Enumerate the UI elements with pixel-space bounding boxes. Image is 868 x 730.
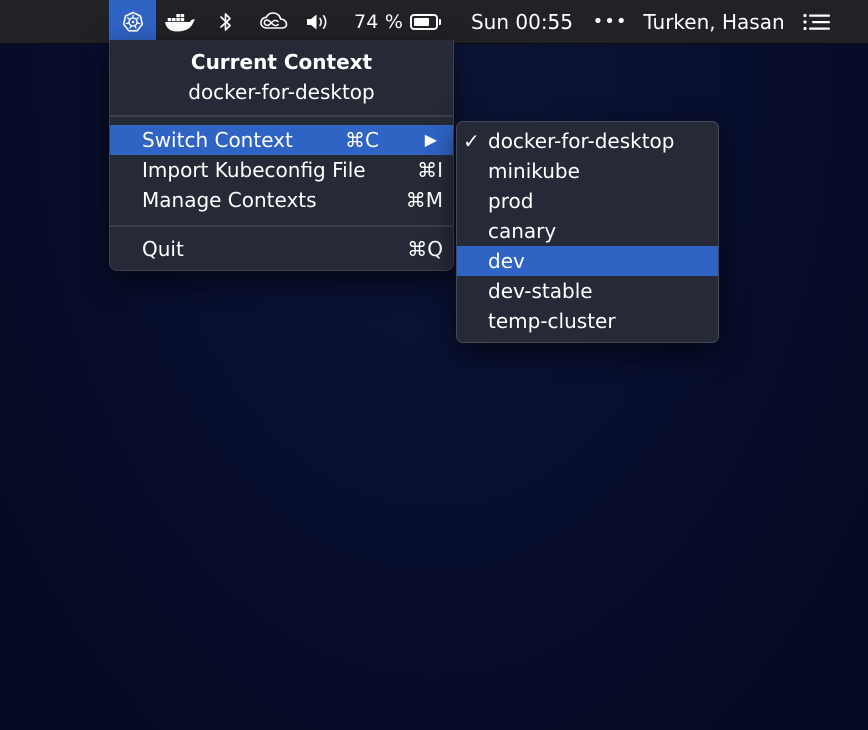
- menu-separator: [110, 225, 453, 227]
- menu-item-label: Import Kubeconfig File: [142, 158, 366, 182]
- battery-percentage: 74 %: [354, 10, 404, 33]
- menubar-clock[interactable]: Sun 00:55: [466, 0, 578, 43]
- current-context-name: docker-for-desktop: [188, 80, 375, 104]
- quit-menu-item[interactable]: Quit ⌘Q: [110, 234, 453, 264]
- context-item-label: canary: [488, 219, 557, 243]
- battery-menu-extra[interactable]: 74 %: [354, 0, 446, 43]
- menu-item-shortcut: ⌘M: [405, 188, 443, 212]
- context-item-dev-stable[interactable]: dev-stable: [457, 276, 718, 306]
- menu-item-label: Switch Context: [142, 128, 293, 152]
- context-item-prod[interactable]: prod: [457, 186, 718, 216]
- switch-context-submenu: ✓ docker-for-desktop minikube prod canar…: [456, 121, 719, 343]
- checkmark-icon: ✓: [463, 129, 480, 153]
- menu-separator: [110, 115, 453, 117]
- battery-fill: [414, 17, 430, 26]
- kubernetes-context-menu: Current Context docker-for-desktop Switc…: [109, 40, 454, 271]
- docker-whale-icon: [165, 13, 195, 31]
- volume-menu-extra[interactable]: [304, 0, 334, 43]
- context-item-canary[interactable]: canary: [457, 216, 718, 246]
- fast-user-switching[interactable]: Turken, Hasan: [638, 0, 790, 43]
- docker-menu-extra[interactable]: [163, 0, 197, 43]
- creative-cloud-menu-extra[interactable]: [257, 0, 291, 43]
- context-item-dev[interactable]: dev: [457, 246, 718, 276]
- context-item-label: dev: [488, 249, 525, 273]
- notification-center-button[interactable]: [800, 0, 834, 43]
- overflow-dots-icon[interactable]: •••: [593, 0, 627, 43]
- menu-item-shortcut: ⌘I: [417, 158, 443, 182]
- battery-icon: [410, 13, 442, 30]
- speaker-volume-icon: [307, 14, 327, 29]
- battery-nub: [439, 18, 442, 25]
- context-item-temp-cluster[interactable]: temp-cluster: [457, 306, 718, 336]
- menu-item-label: Quit: [142, 237, 184, 261]
- context-item-label: minikube: [488, 159, 580, 183]
- menu-item-shortcut: ⌘Q: [407, 237, 443, 261]
- creative-cloud-icon: [260, 11, 288, 29]
- current-context-heading: Current Context: [190, 50, 373, 74]
- manage-contexts-menu-item[interactable]: Manage Contexts ⌘M: [110, 185, 453, 215]
- notification-center-list-icon: [803, 13, 830, 30]
- menu-bar: 74 % Sun 00:55 ••• Turken, Hasan: [0, 0, 868, 44]
- context-item-minikube[interactable]: minikube: [457, 156, 718, 186]
- menu-item-shortcut: ⌘C: [345, 128, 379, 152]
- kubernetes-menu-extra[interactable]: [109, 0, 156, 43]
- bluetooth-icon: [220, 12, 231, 31]
- context-item-label: prod: [488, 189, 534, 213]
- bluetooth-menu-extra[interactable]: [214, 0, 238, 43]
- context-item-docker-for-desktop[interactable]: ✓ docker-for-desktop: [457, 126, 718, 156]
- import-kubeconfig-menu-item[interactable]: Import Kubeconfig File ⌘I: [110, 155, 453, 185]
- kubernetes-helm-wheel-icon: [122, 11, 143, 32]
- context-item-label: temp-cluster: [488, 309, 616, 333]
- context-item-label: dev-stable: [488, 279, 593, 303]
- context-item-label: docker-for-desktop: [488, 129, 675, 153]
- menu-item-label: Manage Contexts: [142, 188, 317, 212]
- switch-context-menu-item[interactable]: Switch Context ⌘C ▶: [110, 125, 453, 155]
- submenu-arrow-icon: ▶: [424, 130, 437, 149]
